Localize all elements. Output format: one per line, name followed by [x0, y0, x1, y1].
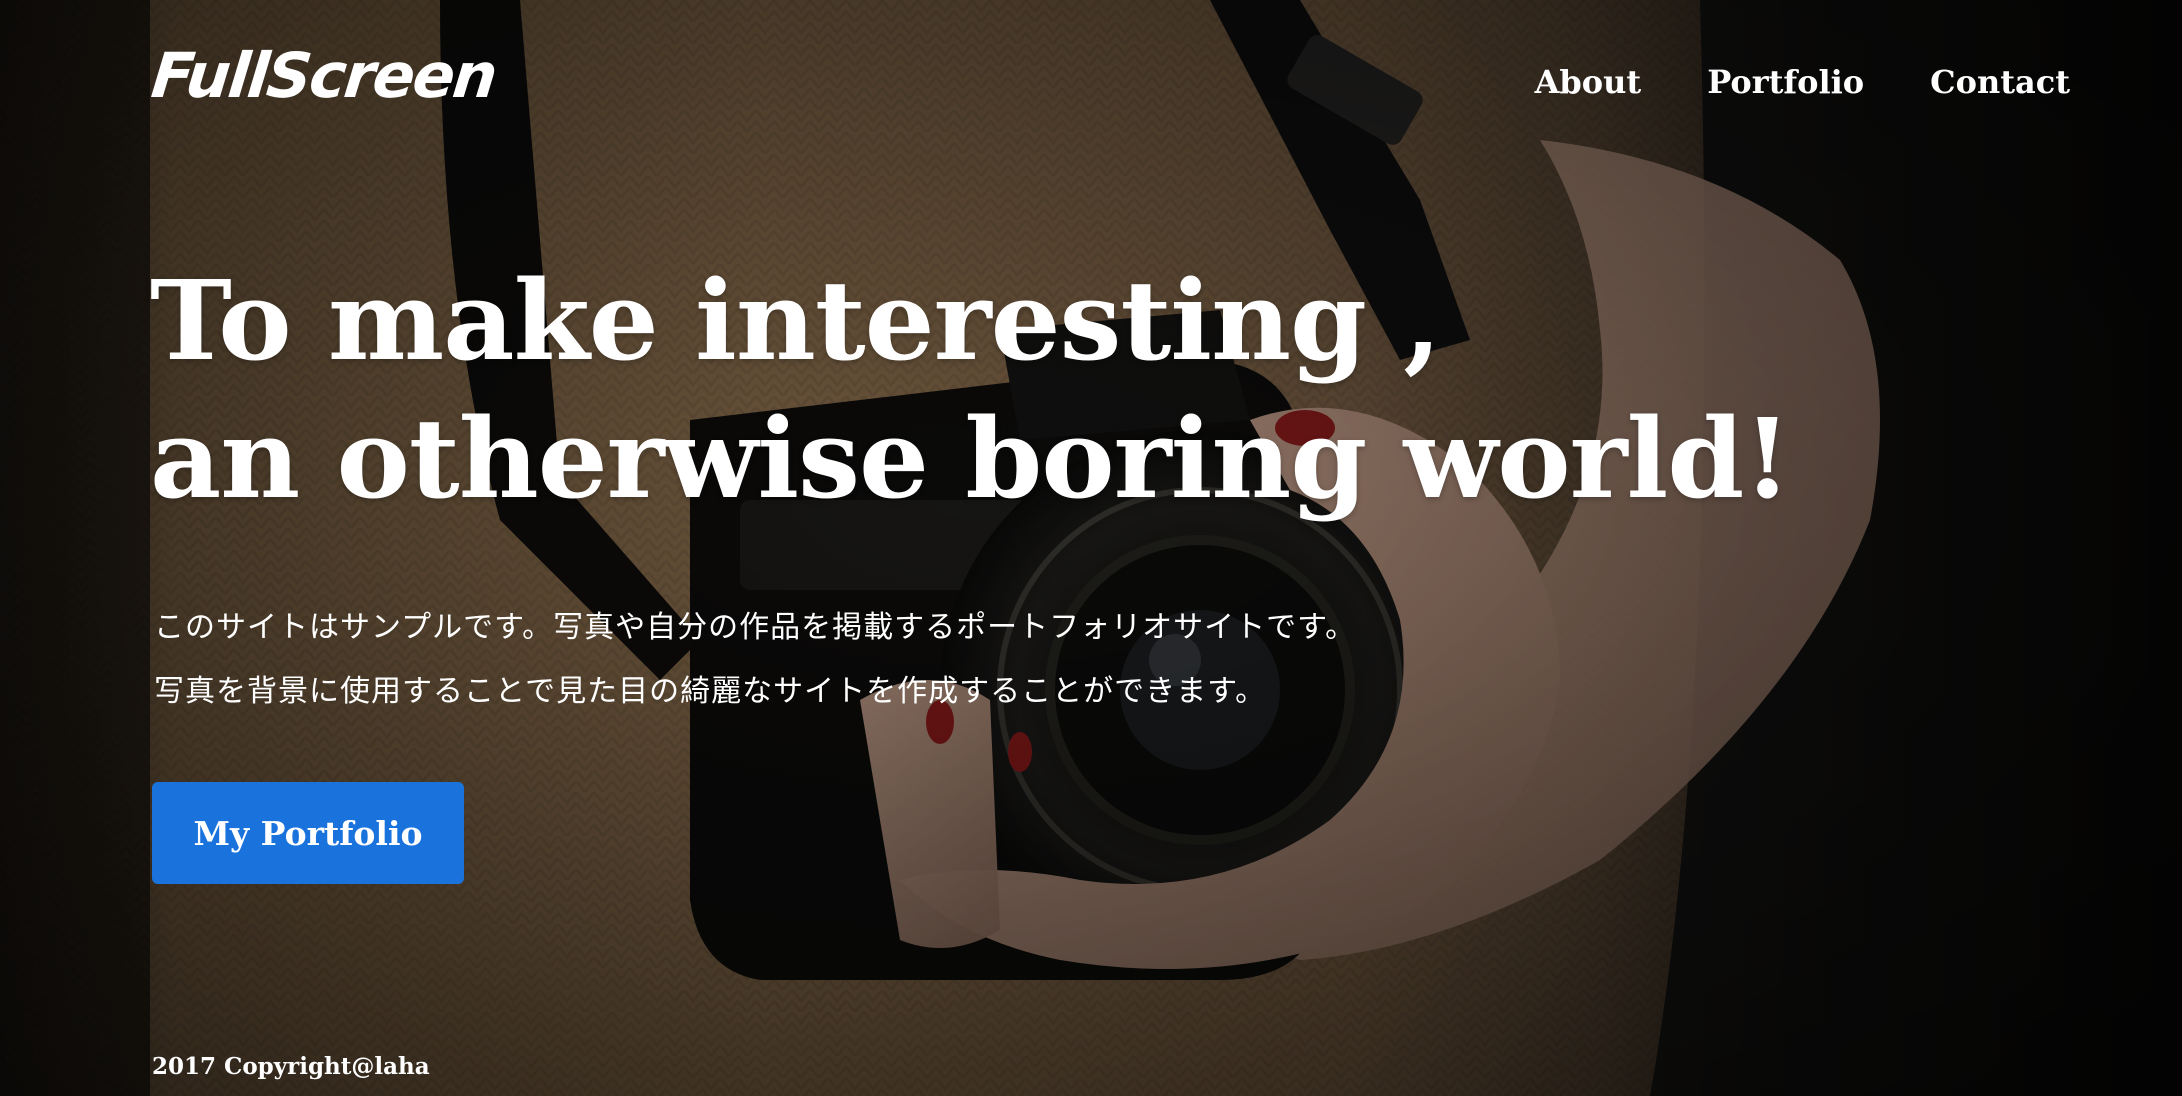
- nav-link-portfolio[interactable]: Portfolio: [1707, 60, 1864, 104]
- hero-headline-line-1: To make interesting ,: [150, 256, 1442, 385]
- nav-link-about[interactable]: About: [1535, 60, 1642, 104]
- nav-menu: About Portfolio Contact: [1535, 60, 2070, 104]
- nav-link-contact[interactable]: Contact: [1930, 60, 2070, 104]
- top-navigation: FullScreen About Portfolio Contact: [0, 0, 2182, 170]
- my-portfolio-button[interactable]: My Portfolio: [152, 782, 464, 884]
- hero-description-line-1: このサイトはサンプルです。写真や自分の作品を掲載するポートフォリオサイトです。: [154, 610, 1357, 645]
- hero-section: FullScreen About Portfolio Contact To ma…: [0, 0, 2182, 1096]
- site-logo[interactable]: FullScreen: [148, 36, 500, 116]
- hero-description: このサイトはサンプルです。写真や自分の作品を掲載するポートフォリオサイトです。 …: [154, 596, 1356, 724]
- copyright-footer: 2017 Copyright@laha: [152, 1053, 430, 1080]
- hero-headline: To make interesting , an otherwise borin…: [150, 252, 1792, 528]
- hero-description-line-2: 写真を背景に使用することで見た目の綺麗なサイトを作成することができます。: [154, 674, 1267, 709]
- hero-headline-line-2: an otherwise boring world!: [150, 394, 1792, 523]
